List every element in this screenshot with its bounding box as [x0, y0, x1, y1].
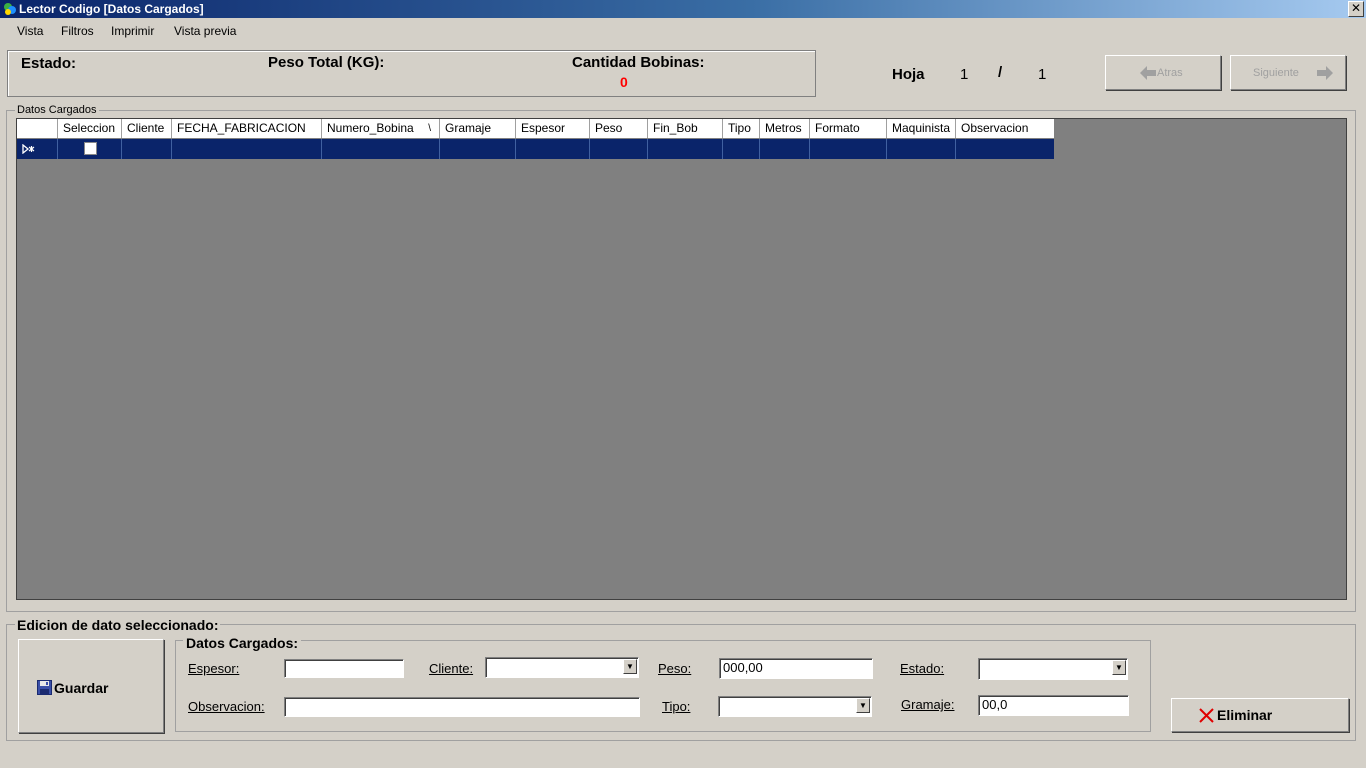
total-pages: 1 — [1038, 66, 1047, 83]
column-header-fin-bob[interactable]: Fin_Bob — [648, 119, 723, 138]
cell-formato[interactable] — [810, 139, 887, 159]
seleccion-checkbox[interactable] — [84, 142, 97, 155]
datos-cargados-groupbox — [175, 640, 1151, 732]
next-label: Siguiente — [1253, 67, 1299, 79]
menu-imprimir[interactable]: Imprimir — [111, 24, 154, 38]
app-icon — [4, 3, 16, 15]
save-label: Guardar — [54, 680, 109, 696]
menu-vista-previa[interactable]: Vista previa — [174, 24, 236, 38]
grid-title: Datos Cargados — [15, 104, 99, 116]
cell-observacion[interactable] — [956, 139, 1054, 159]
edit-title: Edicion de dato seleccionado: — [15, 617, 221, 633]
menu-filtros[interactable]: Filtros — [61, 24, 94, 38]
save-button[interactable]: Guardar — [18, 639, 164, 733]
close-icon: ✕ — [1350, 1, 1362, 15]
peso-field[interactable]: 000,00 — [719, 658, 873, 679]
arrow-left-icon — [1140, 66, 1156, 80]
title-bar: Lector Codigo [Datos Cargados] ✕ — [0, 0, 1366, 18]
cell-gramaje[interactable] — [440, 139, 516, 159]
back-label: Atras — [1157, 67, 1183, 79]
cell-metros[interactable] — [760, 139, 810, 159]
observacion-label: Observacion: — [188, 699, 265, 714]
column-header-label: Numero_Bobina — [327, 121, 414, 135]
cell-peso[interactable] — [590, 139, 648, 159]
column-header-espesor[interactable]: Espesor — [516, 119, 590, 138]
floppy-disk-icon — [37, 680, 52, 695]
row-indicator-cell — [17, 139, 58, 159]
menu-bar: Vista Filtros Imprimir Vista previa — [0, 20, 1366, 42]
new-row-indicator-icon — [22, 144, 35, 154]
column-header-peso[interactable]: Peso — [590, 119, 648, 138]
gramaje-field[interactable]: 00,0 — [978, 695, 1129, 716]
cell-fecha-fabricacion[interactable] — [172, 139, 322, 159]
column-header-metros[interactable]: Metros — [760, 119, 810, 138]
cell-espesor[interactable] — [516, 139, 590, 159]
current-page: 1 — [960, 66, 969, 83]
cell-seleccion — [58, 139, 122, 159]
cell-maquinista[interactable] — [887, 139, 956, 159]
hoja-label: Hoja — [892, 66, 925, 83]
delete-x-icon — [1199, 708, 1214, 723]
estado-label: Estado: — [21, 55, 77, 72]
delete-button[interactable]: Eliminar — [1171, 698, 1349, 732]
peso-total-label: Peso Total (KG): — [268, 54, 385, 71]
cell-fin-bob[interactable] — [648, 139, 723, 159]
table-row[interactable] — [17, 139, 1054, 159]
page-separator: / — [998, 64, 1003, 81]
menu-vista[interactable]: Vista — [17, 24, 43, 38]
sort-icon: \ — [428, 123, 431, 134]
tipo-label: Tipo: — [662, 699, 691, 714]
column-header-observacion[interactable]: Observacion — [956, 119, 1054, 138]
arrow-right-icon — [1317, 66, 1333, 80]
estado-select[interactable]: ▼ — [978, 658, 1128, 680]
data-grid[interactable]: Seleccion Cliente FECHA_FABRICACION Nume… — [16, 118, 1347, 600]
datos-cargados-title: Datos Cargados: — [183, 635, 302, 651]
column-header-cliente[interactable]: Cliente — [122, 119, 172, 138]
cliente-label: Cliente: — [429, 661, 474, 676]
window-title: Lector Codigo [Datos Cargados] — [19, 2, 204, 16]
observacion-field[interactable] — [284, 697, 640, 717]
chevron-down-icon[interactable]: ▼ — [856, 698, 870, 713]
column-header-maquinista[interactable]: Maquinista — [887, 119, 956, 138]
chevron-down-icon[interactable]: ▼ — [1112, 660, 1126, 675]
back-button[interactable]: Atras — [1105, 55, 1221, 90]
cliente-select[interactable]: ▼ — [485, 657, 639, 678]
column-header-seleccion[interactable]: Seleccion — [58, 119, 122, 138]
tipo-select[interactable]: ▼ — [718, 696, 872, 717]
column-header-formato[interactable]: Formato — [810, 119, 887, 138]
delete-label: Eliminar — [1217, 707, 1273, 723]
cantidad-bobinas-value: 0 — [620, 74, 628, 90]
next-button[interactable]: Siguiente — [1230, 55, 1346, 90]
espesor-label: Espesor: — [188, 661, 240, 676]
cell-numero-bobina[interactable] — [322, 139, 440, 159]
gramaje-label: Gramaje: — [901, 697, 955, 712]
chevron-down-icon[interactable]: ▼ — [623, 659, 637, 674]
column-header-numero-bobina[interactable]: Numero_Bobina \ — [322, 119, 440, 138]
cell-tipo[interactable] — [723, 139, 760, 159]
estado-label-edit: Estado: — [900, 661, 945, 676]
peso-label: Peso: — [658, 661, 692, 676]
espesor-field[interactable] — [284, 659, 404, 678]
column-header-gramaje[interactable]: Gramaje — [440, 119, 516, 138]
close-button[interactable]: ✕ — [1348, 1, 1364, 17]
column-header-fecha-fabricacion[interactable]: FECHA_FABRICACION — [172, 119, 322, 138]
cell-cliente[interactable] — [122, 139, 172, 159]
column-header-indicator[interactable] — [17, 119, 58, 138]
cantidad-bobinas-label: Cantidad Bobinas: — [572, 54, 705, 71]
grid-header: Seleccion Cliente FECHA_FABRICACION Nume… — [17, 119, 1054, 138]
column-header-tipo[interactable]: Tipo — [723, 119, 760, 138]
